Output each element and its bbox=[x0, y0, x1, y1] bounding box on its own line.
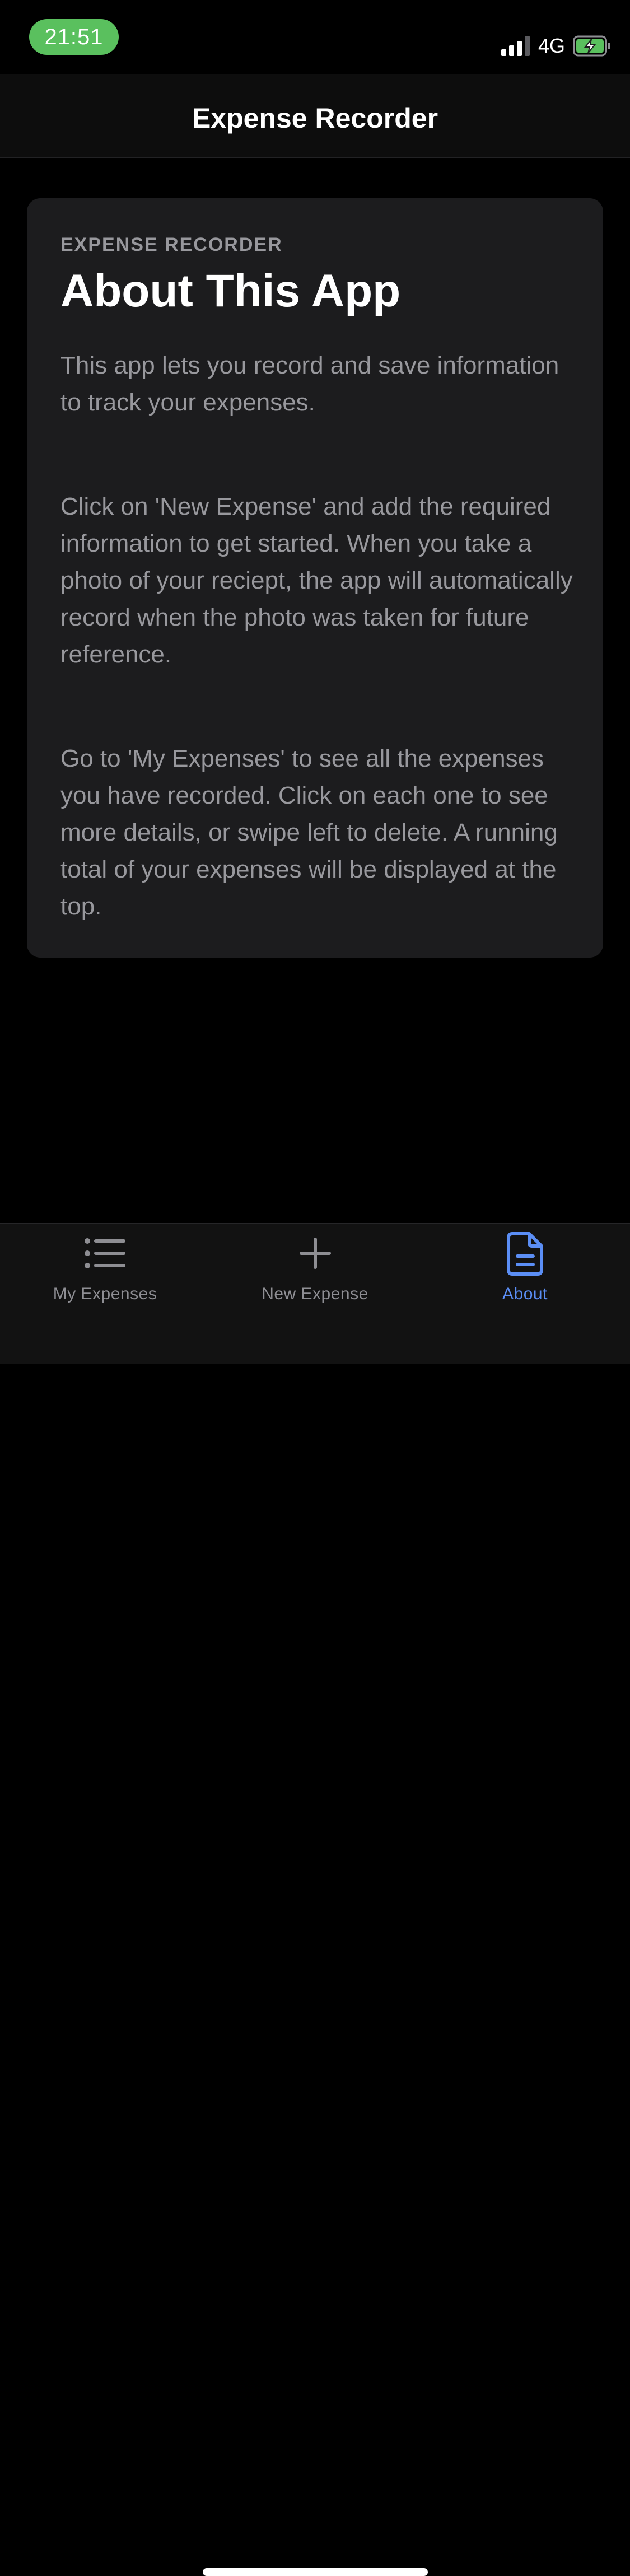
status-bar: 21:51 4G bbox=[0, 0, 630, 74]
tab-label-new-expense: New Expense bbox=[262, 1285, 368, 1303]
tab-my-expenses[interactable]: My Expenses bbox=[0, 1224, 210, 1319]
tab-bar: My Expenses New Expense About bbox=[0, 1223, 630, 2576]
list-icon bbox=[84, 1238, 125, 1268]
card-eyebrow: EXPENSE RECORDER bbox=[60, 234, 283, 255]
about-paragraph-new-expense: Click on 'New Expense' and add the requi… bbox=[60, 493, 573, 668]
about-card: EXPENSE RECORDER About This App This app… bbox=[27, 198, 603, 958]
plus-icon bbox=[299, 1238, 331, 1269]
tab-label-about: About bbox=[502, 1285, 548, 1303]
about-paragraph-my-expenses: Go to 'My Expenses' to see all the expen… bbox=[60, 745, 558, 920]
cellular-signal-icon bbox=[501, 36, 530, 56]
home-indicator[interactable] bbox=[203, 2568, 428, 2576]
card-title: About This App bbox=[60, 265, 401, 316]
status-indicators: 4G bbox=[501, 34, 611, 58]
nav-title: Expense Recorder bbox=[192, 102, 438, 134]
network-type-label: 4G bbox=[538, 34, 565, 57]
navigation-bar: Expense Recorder bbox=[0, 74, 630, 158]
tab-about[interactable]: About bbox=[420, 1224, 630, 1319]
battery-charging-icon bbox=[573, 35, 610, 57]
document-icon bbox=[506, 1232, 543, 1276]
tab-new-expense[interactable]: New Expense bbox=[210, 1224, 420, 1319]
about-paragraph-intro: This app lets you record and save inform… bbox=[60, 352, 559, 416]
status-time: 21:51 bbox=[29, 19, 119, 55]
tab-label-my-expenses: My Expenses bbox=[53, 1285, 157, 1303]
